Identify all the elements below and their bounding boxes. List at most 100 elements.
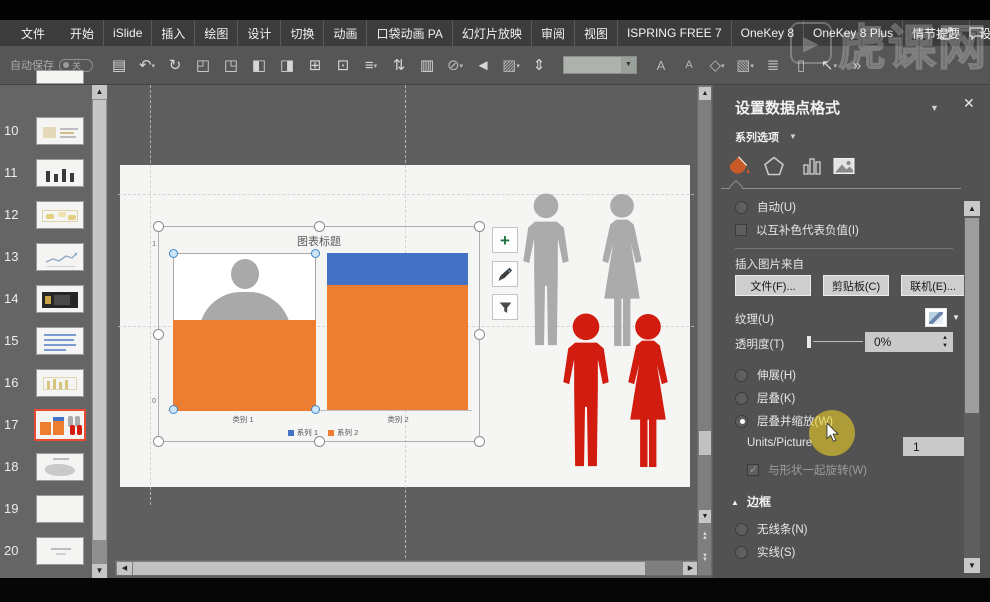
menu-ispring[interactable]: ISPRING FREE 7 [618, 20, 732, 46]
slide-thumb-14[interactable] [36, 285, 84, 313]
menu-pocket-animation[interactable]: 口袋动画 PA [367, 20, 452, 46]
slide-thumb-16[interactable] [36, 369, 84, 397]
series1-segment-cat1[interactable] [173, 320, 316, 411]
checkbox-invert-negative[interactable]: 以互补色代表负值(I) [735, 222, 859, 238]
slide-thumb-10[interactable] [36, 117, 84, 145]
slide-thumb-11[interactable] [36, 159, 84, 187]
chart-handle-tc[interactable] [314, 221, 325, 232]
insert-online-button[interactable]: 联机(E)... [901, 275, 965, 296]
thumbnail-scroll-down-icon[interactable]: ▼ [92, 564, 107, 578]
more-commands-icon[interactable]: » [845, 58, 869, 73]
chart-elements-button[interactable]: + [492, 227, 518, 253]
transparency-spinner[interactable]: ▲▼ [937, 332, 953, 352]
tab-picture[interactable] [829, 151, 859, 181]
menu-islide[interactable]: iSlide [104, 20, 152, 46]
slide-thumb-15[interactable] [36, 327, 84, 355]
series-options-label[interactable]: 系列选项 [735, 129, 779, 145]
comments-icon[interactable] [969, 27, 984, 40]
scroll-left-icon[interactable]: ◀ [117, 562, 132, 575]
chart-handle-bl[interactable] [153, 436, 164, 447]
series2-segment-cat2[interactable] [327, 253, 468, 285]
chart-handle-mr[interactable] [474, 329, 485, 340]
pane-scroll-up-icon[interactable]: ▲ [964, 201, 980, 216]
undo-icon[interactable]: ↶▾ [135, 58, 159, 73]
tab-effects[interactable] [759, 151, 789, 181]
red-man-silhouette[interactable] [554, 313, 618, 471]
save-as-picture-icon[interactable]: ▧▾ [733, 58, 757, 73]
insert-from-file-button[interactable]: 文件(F)... [735, 275, 811, 296]
insert-from-clipboard-button[interactable]: 剪贴板(C) [823, 275, 889, 296]
category2-label[interactable]: 类别 2 [348, 414, 448, 425]
chart-handle-bc[interactable] [314, 436, 325, 447]
tab-series-options[interactable] [797, 151, 827, 181]
chart-title[interactable]: 图表标题 [159, 233, 479, 249]
save-icon[interactable]: ▤ [107, 58, 131, 73]
qat-combobox[interactable]: ▼ [563, 56, 637, 74]
eraser-icon[interactable]: ⊘▾ [443, 58, 467, 73]
send-backward-icon[interactable]: ◳ [219, 58, 243, 73]
datapoint-handle-tr[interactable] [311, 249, 320, 258]
canvas-vertical-scrollbar[interactable]: ▲ ▼ ▲▲ ▼▼ [697, 85, 712, 576]
scroll-up-icon[interactable]: ▲ [699, 87, 711, 100]
radio-stack[interactable]: 层叠(K) [735, 390, 795, 406]
send-to-back-icon[interactable]: ◨ [275, 58, 299, 73]
bar-category2[interactable] [327, 253, 468, 410]
menu-home[interactable]: 开始 [61, 20, 104, 46]
slide-thumb-12[interactable] [36, 201, 84, 229]
line-spacing-icon[interactable]: ≣ [761, 58, 785, 73]
slide-thumb-13[interactable] [36, 243, 84, 271]
texture-picker[interactable]: ▼ [925, 308, 965, 327]
menu-animations[interactable]: 动画 [324, 20, 367, 46]
texture-dropdown-icon[interactable]: ▼ [947, 308, 965, 327]
category1-label[interactable]: 类别 1 [193, 414, 293, 425]
menu-view[interactable]: 视图 [575, 20, 618, 46]
menu-onekey8plus[interactable]: OneKey 8 Plus [804, 20, 903, 46]
transparency-slider-knob[interactable] [807, 336, 811, 348]
crop-icon[interactable]: ⊡ [331, 58, 355, 73]
chart-filters-button[interactable] [492, 294, 518, 320]
grow-font-icon[interactable]: A [649, 59, 673, 72]
datapoint-handle-tl[interactable] [169, 249, 178, 258]
pane-scrollbar[interactable]: ▲ ▼ [964, 201, 980, 573]
radio-no-line[interactable]: 无线条(N) [735, 521, 807, 537]
next-slide-icon[interactable]: ▼▼ [699, 552, 711, 568]
menu-slideshow[interactable]: 幻灯片放映 [453, 20, 532, 46]
chart-handle-ml[interactable] [153, 329, 164, 340]
thumbnail-scroll-thumb[interactable] [93, 100, 106, 540]
shrink-font-icon[interactable]: A [677, 60, 701, 71]
slide-thumb-17-selected[interactable] [34, 409, 86, 441]
align-objects-icon[interactable]: ≡▾ [359, 58, 383, 73]
bring-forward-icon[interactable]: ◰ [191, 58, 215, 73]
previous-slide-icon[interactable]: ▲▲ [699, 530, 711, 546]
select-cursor-icon[interactable]: ↖▾ [817, 58, 841, 73]
share-icon[interactable] [939, 26, 955, 40]
slide-thumb-19[interactable] [36, 495, 84, 523]
slide-thumb-9-partial[interactable] [36, 70, 84, 84]
transparency-slider-track[interactable] [813, 341, 863, 342]
radio-solid-line[interactable]: 实线(S) [735, 544, 795, 560]
series1-segment-cat2[interactable] [327, 285, 468, 410]
red-woman-silhouette[interactable] [613, 313, 683, 471]
menu-draw[interactable]: 绘图 [195, 20, 238, 46]
v-scroll-thumb[interactable] [699, 431, 711, 455]
menu-review[interactable]: 审阅 [532, 20, 575, 46]
pane-close-icon[interactable]: ✕ [963, 95, 975, 112]
chart-handle-br[interactable] [474, 436, 485, 447]
canvas-horizontal-scrollbar[interactable]: ◀ ▶ [115, 560, 700, 576]
chart-handle-tr[interactable] [474, 221, 485, 232]
menu-transitions[interactable]: 切换 [281, 20, 324, 46]
radio-stretch[interactable]: 伸展(H) [735, 367, 796, 383]
redo-icon[interactable]: ↻ [163, 58, 187, 73]
legend-item-series1[interactable]: 系列 1 [288, 427, 318, 438]
combo-dropdown-icon[interactable]: ▼ [621, 57, 636, 73]
tab-fill-line[interactable] [723, 151, 753, 181]
units-per-picture-input[interactable]: 1 [903, 437, 967, 456]
menu-design[interactable]: 设计 [238, 20, 281, 46]
menu-onekey8[interactable]: OneKey 8 [732, 20, 804, 46]
legend-item-series2[interactable]: 系列 2 [328, 427, 358, 438]
section-expand-icon[interactable]: ▲ [731, 498, 739, 507]
thumbnail-scroll-up-icon[interactable]: ▲ [92, 85, 107, 99]
menu-insert[interactable]: 插入 [152, 20, 195, 46]
scroll-down-icon[interactable]: ▼ [699, 510, 711, 523]
datapoint-handle-bl[interactable] [169, 405, 178, 414]
